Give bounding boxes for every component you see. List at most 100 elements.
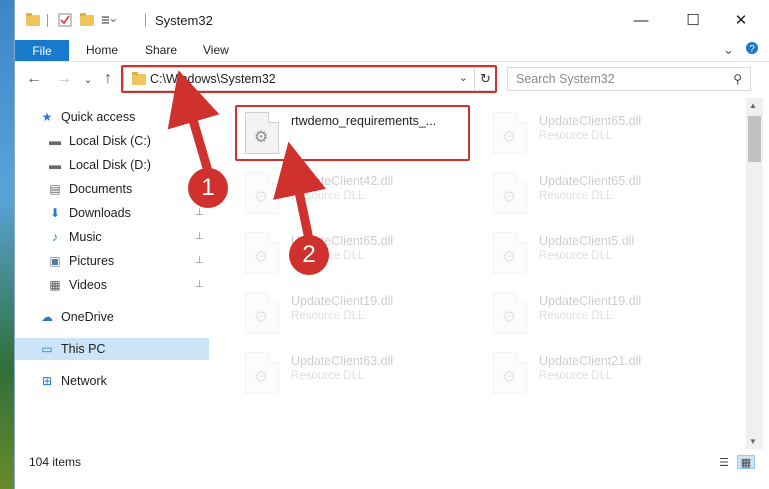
properties-icon[interactable] xyxy=(57,12,73,28)
sidebar-item-music[interactable]: ♪ Music ⊥ xyxy=(15,226,209,248)
navigation-bar: ← → ⌄ ↑ C:\Windows\System32 ⌄ ↻ Search S… xyxy=(15,61,769,98)
sidebar-item-quick-access[interactable]: ★ Quick access xyxy=(15,106,209,128)
file-type: Resource DLL xyxy=(539,130,613,142)
scroll-down-icon[interactable]: ▼ xyxy=(749,437,757,446)
sidebar-item-downloads[interactable]: ⬇ Downloads ⊥ xyxy=(15,202,209,224)
recent-locations-button[interactable]: ⌄ xyxy=(79,70,97,88)
file-name: UpdateClient5.dll xyxy=(539,234,635,248)
downloads-icon: ⬇ xyxy=(49,206,61,220)
sidebar-item-label: Local Disk (C:) xyxy=(69,134,151,148)
scroll-thumb[interactable] xyxy=(748,116,761,162)
sidebar-item-label: Quick access xyxy=(61,110,136,124)
help-icon[interactable]: ? xyxy=(745,41,759,58)
search-input[interactable]: Search System32 xyxy=(516,72,615,86)
details-view-icon[interactable]: ☰ xyxy=(715,455,733,469)
sidebar-item-this-pc[interactable]: ▭ This PC xyxy=(15,338,209,360)
file-name: UpdateClient65.dll xyxy=(539,114,642,128)
sidebar-item-label: Videos xyxy=(69,278,107,292)
pictures-icon: ▣ xyxy=(49,254,61,268)
dll-file-icon: ⚙ xyxy=(245,172,279,214)
sidebar-item-network[interactable]: ⊞ Network xyxy=(15,370,209,392)
scroll-up-icon[interactable]: ▲ xyxy=(749,101,757,110)
drive-icon: ▬ xyxy=(49,158,61,172)
divider xyxy=(47,14,48,27)
step-badge-2: 2 xyxy=(289,235,329,275)
music-icon: ♪ xyxy=(52,230,58,244)
documents-icon: ▤ xyxy=(49,182,61,196)
dll-file-icon: ⚙ xyxy=(245,112,279,154)
item-count: 104 items xyxy=(29,455,82,469)
file-item[interactable]: ⚙UpdateClient65.dllResource DLL xyxy=(487,166,727,222)
gear-icon: ⚙ xyxy=(254,309,269,326)
vertical-scrollbar[interactable]: ▲ ▼ xyxy=(746,98,763,449)
file-explorer-window: System32 — ☐ ✕ File Home Share View ⌄ ? … xyxy=(14,0,769,489)
folder-icon[interactable] xyxy=(25,12,41,28)
file-item[interactable]: ⚙ UpdateClient21.dll Resource DLL xyxy=(487,346,727,402)
tab-view[interactable]: View xyxy=(203,43,229,57)
maximize-button[interactable]: ☐ xyxy=(670,0,716,40)
minimize-button[interactable]: — xyxy=(618,0,664,40)
navigation-pane: ★ Quick access ▬ Local Disk (C:) ▬ Local Disk… xyxy=(15,98,211,449)
file-type: Resource DLL xyxy=(291,190,365,202)
sidebar-item-videos[interactable]: ▦ Videos ⊥ xyxy=(15,274,209,296)
chevron-down-icon[interactable]: ⌄ xyxy=(723,42,734,58)
file-name: UpdateClient65.dll xyxy=(539,174,642,188)
gear-icon: ⚙ xyxy=(502,309,517,326)
tab-home[interactable]: Home xyxy=(86,43,118,57)
sidebar-item-local-disk-c[interactable]: ▬ Local Disk (C:) xyxy=(15,130,209,152)
close-button[interactable]: ✕ xyxy=(718,0,764,40)
sidebar-item-pictures[interactable]: ▣ Pictures ⊥ xyxy=(15,250,209,272)
file-name: UpdateClient19.dll xyxy=(539,294,642,308)
file-name: UpdateClient19.dll xyxy=(291,294,394,308)
file-item[interactable]: ⚙ UpdateClient63.dll Resource DLL xyxy=(239,346,479,402)
customize-toolbar-icon[interactable] xyxy=(101,12,117,28)
cloud-icon: ☁ xyxy=(41,310,53,324)
computer-icon: ▭ xyxy=(41,342,53,356)
star-icon: ★ xyxy=(41,110,53,124)
file-item[interactable]: ⚙ UpdateClient5.dll Resource DLL xyxy=(487,226,727,282)
step-badge-1: 1 xyxy=(188,168,228,208)
file-item[interactable]: ⚙ UpdateClient19.dll Resource DLL xyxy=(239,286,479,342)
address-highlight-box xyxy=(121,65,497,93)
sidebar-item-label: Music xyxy=(69,230,102,244)
file-type: Resource DLL xyxy=(539,370,613,382)
title-bar: System32 — ☐ ✕ xyxy=(15,0,769,40)
gear-icon: ⚙ xyxy=(254,129,269,146)
dll-file-icon: ⚙ xyxy=(493,352,527,394)
dll-file-icon: ⚙ xyxy=(493,112,527,154)
file-type: Resource DLL xyxy=(539,310,613,322)
sidebar-item-onedrive[interactable]: ☁ OneDrive xyxy=(15,306,209,328)
tab-file[interactable]: File xyxy=(15,40,69,61)
file-type: Resource DLL xyxy=(539,190,613,202)
pin-icon: ⊥ xyxy=(195,207,204,218)
back-button[interactable]: ← xyxy=(25,70,43,88)
forward-button[interactable]: → xyxy=(55,70,73,88)
file-item[interactable]: ⚙ rtwdemo_requirements_... xyxy=(239,106,479,162)
up-button[interactable]: ↑ xyxy=(99,70,117,88)
sidebar-item-documents[interactable]: ▤ Documents xyxy=(15,178,209,200)
file-name: UpdateClient21.dll xyxy=(539,354,642,368)
gear-icon: ⚙ xyxy=(254,369,269,386)
dll-file-icon: ⚙ xyxy=(493,292,527,334)
dll-file-icon: ⚙ xyxy=(245,352,279,394)
sidebar-item-label: Documents xyxy=(69,182,133,196)
new-folder-icon[interactable] xyxy=(79,12,95,28)
sidebar-item-local-disk-d[interactable]: ▬ Local Disk (D:) xyxy=(15,154,209,176)
file-item[interactable]: ⚙ UpdateClient42.dll Resource DLL xyxy=(239,166,479,222)
file-item[interactable]: ⚙ UpdateClient19.dll Resource DLL xyxy=(487,286,727,342)
file-type: Resource DLL xyxy=(291,310,365,322)
search-icon: ⚲ xyxy=(733,72,742,86)
file-item[interactable]: ⚙ UpdateClient65.dll Resource DLL xyxy=(487,106,727,162)
file-item[interactable]: ⚙UpdateClient65.dllResource DLL xyxy=(239,226,479,282)
gear-icon: ⚙ xyxy=(502,129,517,146)
drive-icon: ▬ xyxy=(49,134,61,148)
ribbon-tabs: File Home Share View ⌄ ? xyxy=(15,40,769,61)
sidebar-item-label: Local Disk (D:) xyxy=(69,158,151,172)
search-box[interactable]: Search System32 ⚲ xyxy=(507,67,751,91)
large-icons-view-icon[interactable]: ▦ xyxy=(737,455,755,469)
sidebar-item-label: This PC xyxy=(61,342,106,356)
tab-share[interactable]: Share xyxy=(145,43,177,57)
file-list: ⚙ rtwdemo_requirements_... ⚙ UpdateClient65… xyxy=(211,98,769,449)
sidebar-item-label: Network xyxy=(61,374,107,388)
svg-text:?: ? xyxy=(749,44,755,55)
